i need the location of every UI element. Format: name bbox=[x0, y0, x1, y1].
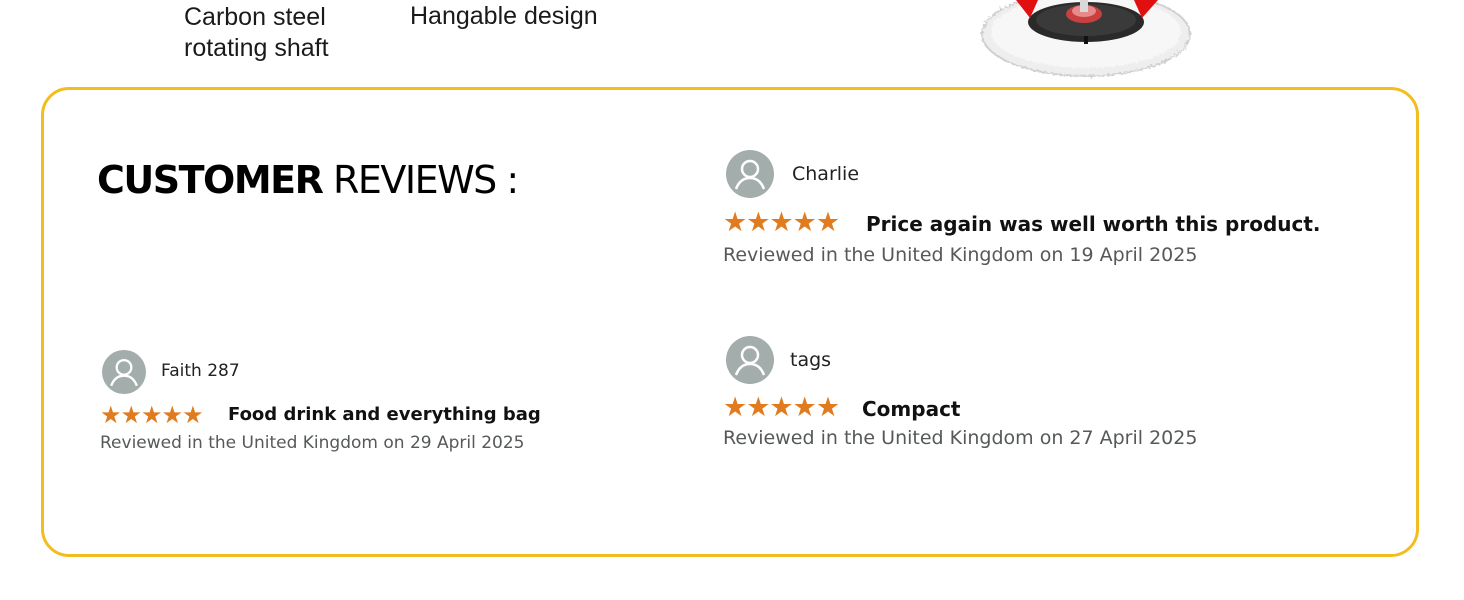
reviewer-name: Charlie bbox=[792, 163, 860, 185]
review-card: Faith 287 ★★★★★ Food drink and everythin… bbox=[100, 349, 740, 479]
user-avatar-icon bbox=[102, 350, 146, 394]
star-rating: ★★★★★ bbox=[723, 392, 840, 423]
feature-label-shaft: Carbon steel rotating shaft bbox=[184, 3, 329, 62]
review-date: Reviewed in the United Kingdom on 27 Apr… bbox=[723, 427, 1198, 449]
review-date: Reviewed in the United Kingdom on 19 Apr… bbox=[723, 244, 1198, 266]
review-title: Food drink and everything bag bbox=[228, 404, 541, 425]
title-light: REVIEWS : bbox=[332, 158, 519, 202]
star-rating: ★★★★★ bbox=[100, 401, 204, 429]
review-title: Price again was well worth this product. bbox=[866, 212, 1321, 236]
user-avatar-icon bbox=[726, 336, 774, 384]
mop-head-image bbox=[981, 0, 1191, 77]
reviewer-name: Faith 287 bbox=[161, 361, 240, 381]
review-card: Charlie ★★★★★ Price again was well worth… bbox=[723, 150, 1363, 280]
feature-label-hangable: Hangable design bbox=[410, 2, 598, 30]
title-heavy: CUSTOMER bbox=[97, 158, 324, 202]
section-title: CUSTOMER REVIEWS : bbox=[97, 156, 519, 204]
reviewer-name: tags bbox=[790, 349, 832, 371]
review-date: Reviewed in the United Kingdom on 29 Apr… bbox=[100, 433, 525, 453]
review-card: tags ★★★★★ Compact Reviewed in the Unite… bbox=[723, 336, 1363, 466]
star-rating: ★★★★★ bbox=[723, 207, 840, 238]
review-title: Compact bbox=[862, 397, 961, 421]
user-avatar-icon bbox=[726, 150, 774, 198]
